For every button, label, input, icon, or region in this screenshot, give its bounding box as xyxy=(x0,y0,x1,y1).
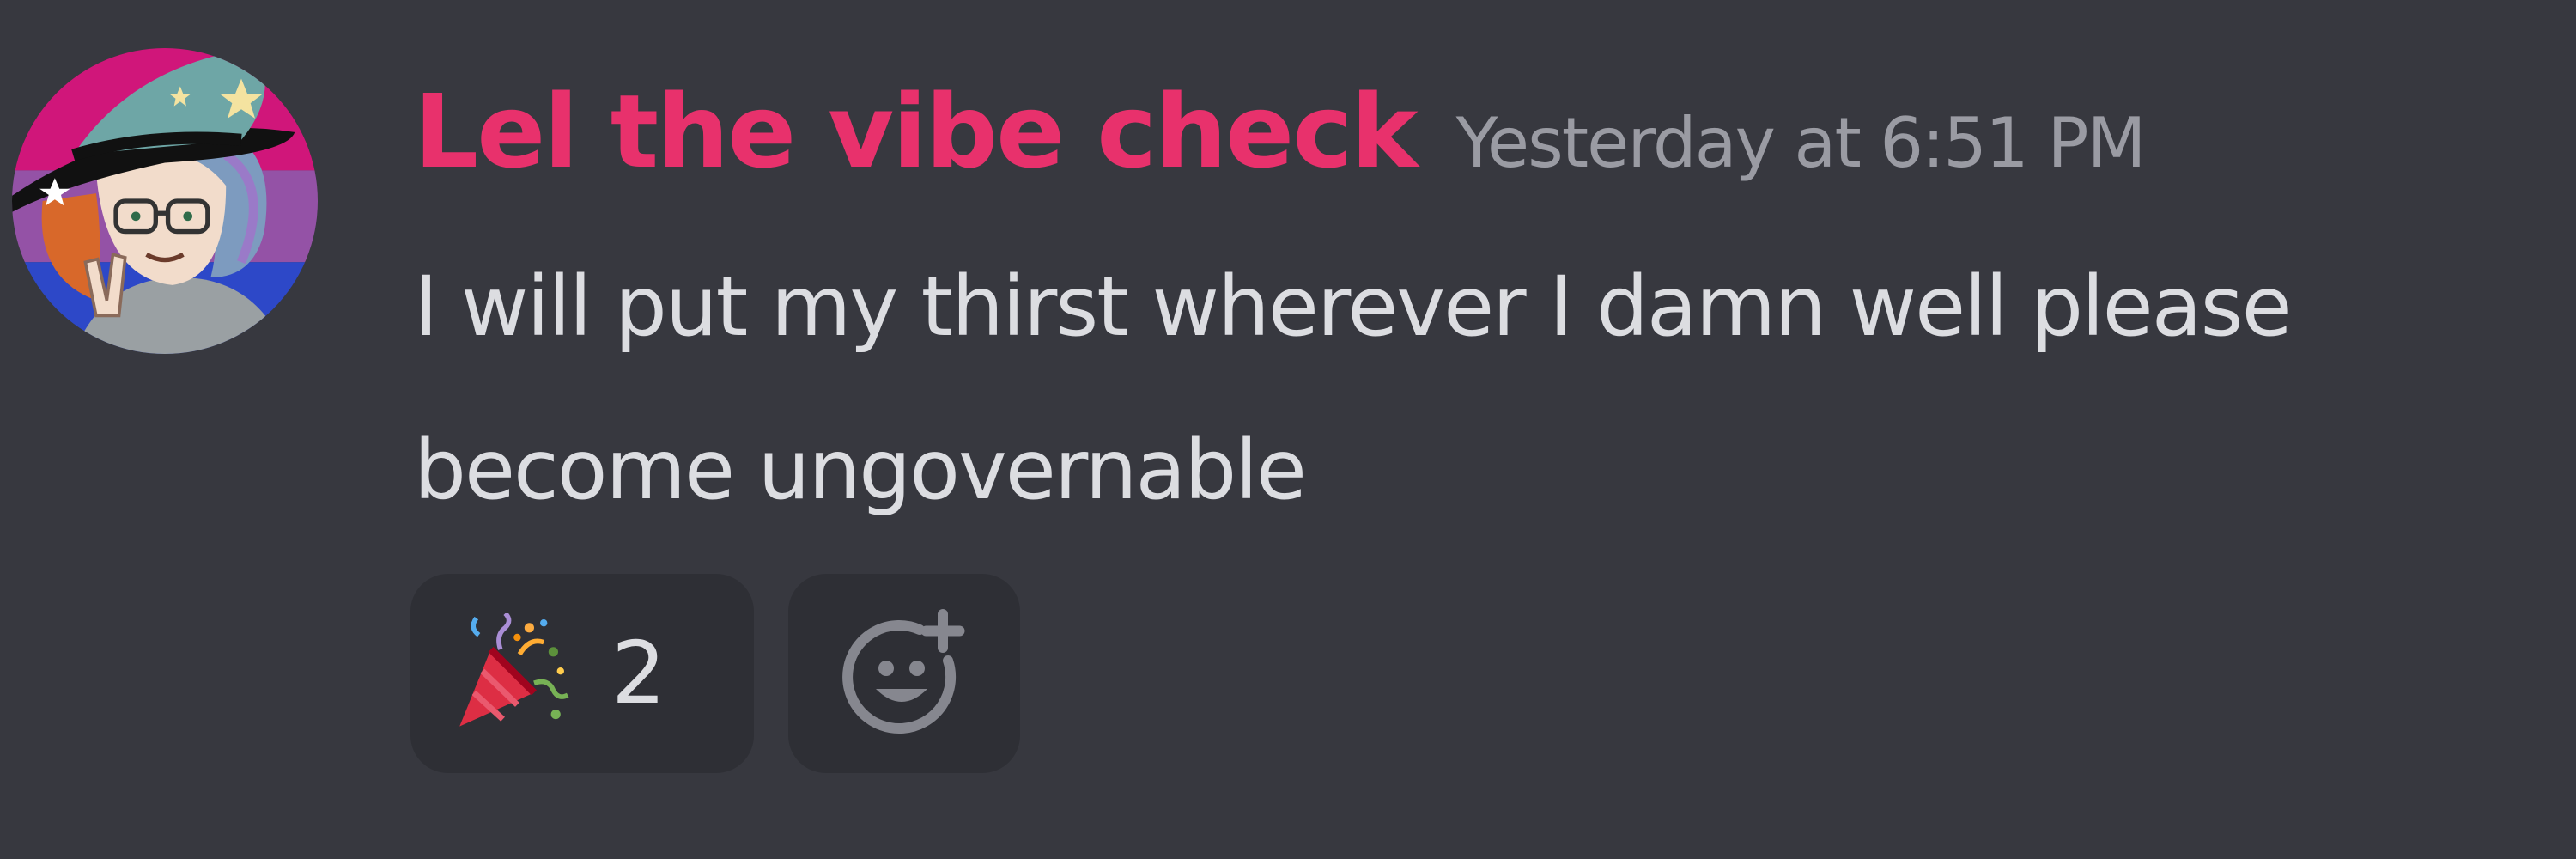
reaction-party-popper[interactable]: 2 xyxy=(410,574,754,773)
username[interactable]: Lel the vibe check xyxy=(414,67,1419,196)
message-line: become ungovernable xyxy=(414,422,1307,518)
message-header: Lel the vibe check Yesterday at 6:51 PM xyxy=(414,67,2147,196)
add-reaction-button[interactable] xyxy=(788,574,1020,773)
message-content: I will put my thirst wherever I damn wel… xyxy=(414,225,2561,551)
message-line: I will put my thirst wherever I damn wel… xyxy=(414,259,2293,355)
chat-message: Lel the vibe check Yesterday at 6:51 PM … xyxy=(0,0,2576,859)
avatar-image xyxy=(12,48,318,354)
message-timestamp[interactable]: Yesterday at 6:51 PM xyxy=(1456,79,2147,208)
party-popper-icon xyxy=(459,613,569,727)
add-reaction-icon xyxy=(842,609,965,734)
reaction-bar: 2 xyxy=(410,574,1020,773)
user-avatar[interactable] xyxy=(12,48,318,354)
reaction-count: 2 xyxy=(611,623,666,723)
